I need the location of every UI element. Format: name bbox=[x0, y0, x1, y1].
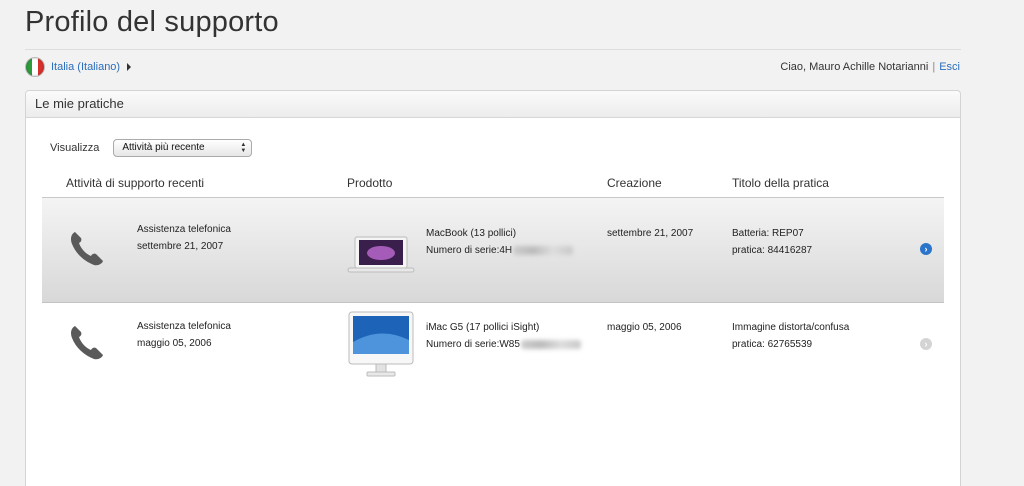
activity-date: maggio 05, 2006 bbox=[137, 338, 212, 349]
my-cases-panel: Le mie pratiche Visualizza Attività più … bbox=[25, 90, 961, 486]
case-number: pratica: 62765539 bbox=[732, 339, 813, 350]
redacted-serial bbox=[520, 339, 581, 349]
panel-title: Le mie pratiche bbox=[26, 91, 960, 118]
case-number: pratica: 84416287 bbox=[732, 245, 813, 256]
case-title[interactable]: Batteria: REP07 bbox=[732, 225, 812, 242]
phone-icon bbox=[71, 326, 103, 360]
column-header-product: Prodotto bbox=[347, 176, 393, 190]
case-row[interactable]: Assistenza telefonica settembre 21, 2007… bbox=[42, 197, 944, 303]
activity-type: Assistenza telefonica bbox=[137, 224, 231, 235]
locale-selector[interactable]: Italia (Italiano) bbox=[25, 56, 132, 78]
serial-number: Numero di serie:4H bbox=[426, 242, 574, 259]
column-header-activity: Attività di supporto recenti bbox=[66, 176, 205, 190]
logout-link[interactable]: Esci bbox=[939, 61, 960, 73]
macbook-icon bbox=[347, 236, 415, 273]
page-title: Profilo del supporto bbox=[25, 6, 279, 38]
chevron-right-icon[interactable]: › bbox=[920, 243, 932, 255]
chevron-right-icon[interactable]: › bbox=[920, 338, 932, 350]
filter-label: Visualizza bbox=[50, 142, 100, 154]
user-greeting: Ciao, Mauro Achille Notarianni | Esci bbox=[780, 61, 960, 73]
redacted-serial bbox=[513, 245, 574, 255]
filter-select[interactable]: Attività più recente ▲ ▼ bbox=[113, 139, 253, 157]
case-title[interactable]: Immagine distorta/confusa bbox=[732, 319, 849, 336]
column-header-case-title: Titolo della pratica bbox=[732, 176, 829, 190]
case-row[interactable]: Assistenza telefonica maggio 05, 2006 iM… bbox=[42, 304, 944, 410]
view-filter: Visualizza Attività più recente ▲ ▼ bbox=[50, 139, 253, 157]
activity-date: settembre 21, 2007 bbox=[137, 241, 224, 252]
created-date: maggio 05, 2006 bbox=[607, 322, 682, 333]
product-name: iMac G5 (17 pollici iSight) bbox=[426, 322, 540, 333]
filter-selected-value: Attività più recente bbox=[122, 142, 205, 153]
activity-type: Assistenza telefonica bbox=[137, 321, 231, 332]
greeting-text: Ciao, Mauro Achille Notarianni bbox=[780, 61, 929, 73]
created-date: settembre 21, 2007 bbox=[607, 228, 694, 239]
phone-icon bbox=[71, 232, 103, 266]
locale-label[interactable]: Italia (Italiano) bbox=[51, 61, 120, 73]
serial-label: Numero di serie:W85 bbox=[426, 339, 520, 350]
title-divider bbox=[25, 49, 961, 50]
serial-number: Numero di serie:W85 bbox=[426, 336, 581, 353]
greeting-separator: | bbox=[932, 61, 936, 73]
triangle-right-icon bbox=[127, 63, 132, 71]
product-name: MacBook (13 pollici) bbox=[426, 228, 517, 239]
imac-icon bbox=[348, 311, 414, 377]
italy-flag-icon bbox=[25, 57, 45, 77]
updown-arrows-icon: ▲ ▼ bbox=[240, 142, 247, 154]
serial-label: Numero di serie:4H bbox=[426, 245, 513, 256]
column-header-created: Creazione bbox=[607, 176, 662, 190]
